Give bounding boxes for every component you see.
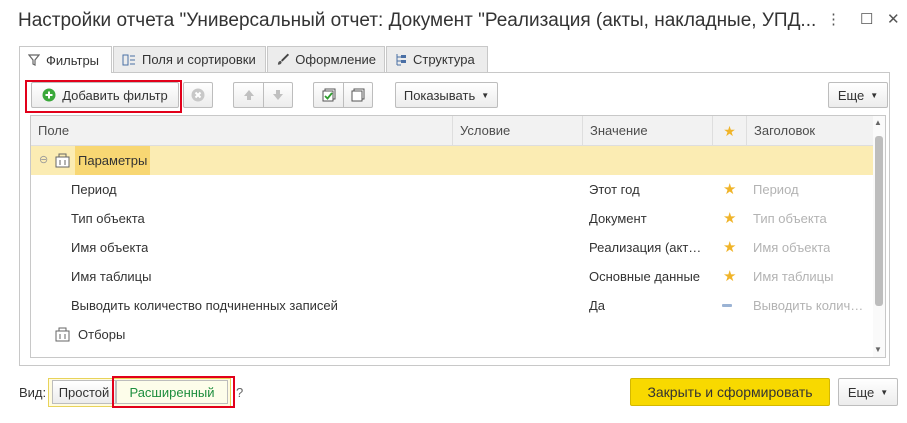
footer-more-label: Еще xyxy=(847,384,875,400)
scrollbar-thumb[interactable] xyxy=(875,136,883,306)
title-cell[interactable]: Имя объекта xyxy=(753,233,830,262)
add-filter-label: Добавить фильтр xyxy=(62,87,168,103)
tab-structure-label: Структура xyxy=(413,52,475,67)
scroll-up-icon[interactable]: ▲ xyxy=(874,118,882,127)
filters-group-icon xyxy=(55,327,70,342)
tab-fields-label: Поля и сортировки xyxy=(142,52,256,67)
filters-group-label: Отборы xyxy=(78,327,126,342)
field-cell: Период xyxy=(71,182,117,197)
maximize-icon[interactable]: ☐ xyxy=(860,10,873,28)
move-up-button[interactable] xyxy=(233,82,263,108)
show-label: Показывать xyxy=(403,87,476,103)
brush-icon xyxy=(277,53,290,65)
collapse-icon[interactable]: ⊖ xyxy=(39,146,48,175)
fields-icon xyxy=(122,54,135,65)
toolbar-more-label: Еще xyxy=(837,87,865,103)
chevron-down-icon: ▼ xyxy=(870,90,879,100)
filter-icon xyxy=(28,54,40,66)
group-label: Параметры xyxy=(75,146,151,175)
simple-view-label: Простой xyxy=(58,384,110,400)
tab-structure[interactable]: Структура xyxy=(386,46,488,72)
table-row-filters[interactable]: Отборы xyxy=(31,320,875,349)
table-row[interactable]: Тип объекта Документ ★ Тип объекта xyxy=(31,204,875,233)
tab-appearance[interactable]: Оформление xyxy=(267,46,385,72)
title-cell[interactable]: Имя таблицы xyxy=(753,262,833,291)
table-row[interactable]: Имя объекта Реализация (акт… ★ Имя объек… xyxy=(31,233,875,262)
column-field[interactable]: Поле xyxy=(31,116,452,146)
tab-filters[interactable]: Фильтры xyxy=(19,46,112,73)
title-cell[interactable]: Тип объекта xyxy=(753,204,827,233)
field-cell: Имя таблицы xyxy=(71,269,152,284)
tab-appearance-label: Оформление xyxy=(295,52,376,67)
table-row-parameters[interactable]: ⊖ Параметры xyxy=(31,146,875,175)
close-icon[interactable]: ✕ xyxy=(887,10,900,28)
table-row[interactable]: Имя таблицы Основные данные ★ Имя таблиц… xyxy=(31,262,875,291)
parameters-icon xyxy=(55,153,70,168)
add-filter-button[interactable]: Добавить фильтр xyxy=(31,82,179,108)
arrow-up-icon xyxy=(243,90,254,100)
table-row[interactable]: Период Этот год ★ Период xyxy=(31,175,875,204)
star-icon[interactable]: ★ xyxy=(723,233,736,262)
value-cell[interactable]: Документ xyxy=(589,204,647,233)
dash-icon[interactable] xyxy=(722,304,732,307)
arrow-down-icon xyxy=(273,90,283,100)
table-row[interactable]: Выводить количество подчиненных записей … xyxy=(31,291,875,320)
more-menu-icon[interactable]: ⋮ xyxy=(826,10,841,28)
structure-icon xyxy=(396,54,406,66)
filters-panel: Добавить фильтр Показывать ▼ Еще ▼ Поле … xyxy=(19,72,890,366)
show-dropdown-button[interactable]: Показывать ▼ xyxy=(395,82,498,108)
chevron-down-icon: ▼ xyxy=(481,90,490,100)
plus-circle-icon xyxy=(42,88,56,102)
field-cell: Тип объекта xyxy=(71,211,145,226)
footer-more-button[interactable]: Еще ▼ xyxy=(838,378,898,406)
vertical-scrollbar[interactable]: ▲ ▼ xyxy=(873,116,885,357)
filters-table: Поле Условие Значение ★ Заголовок ⊖ Пара… xyxy=(30,115,886,358)
value-cell[interactable]: Да xyxy=(589,291,605,320)
toolbar-more-button[interactable]: Еще ▼ xyxy=(828,82,888,108)
column-title[interactable]: Заголовок xyxy=(746,116,875,146)
chevron-down-icon: ▼ xyxy=(880,387,889,397)
check-all-icon xyxy=(322,88,335,102)
window-title: Настройки отчета "Универсальный отчет: Д… xyxy=(18,10,817,31)
column-value[interactable]: Значение xyxy=(582,116,712,146)
title-cell[interactable]: Выводить колич… xyxy=(753,291,863,320)
close-and-generate-button[interactable]: Закрыть и сформировать xyxy=(630,378,830,406)
star-icon[interactable]: ★ xyxy=(723,204,736,233)
uncheck-all-button[interactable] xyxy=(343,82,373,108)
star-icon[interactable]: ★ xyxy=(723,262,736,291)
column-condition[interactable]: Условие xyxy=(452,116,582,146)
advanced-view-label: Расширенный xyxy=(129,384,215,400)
tab-filters-label: Фильтры xyxy=(46,52,100,68)
check-all-button[interactable] xyxy=(313,82,343,108)
delete-button[interactable] xyxy=(183,82,213,108)
close-and-generate-label: Закрыть и сформировать xyxy=(647,384,813,400)
view-label: Вид: xyxy=(19,385,47,400)
move-down-button[interactable] xyxy=(263,82,293,108)
simple-view-button[interactable]: Простой xyxy=(52,380,116,404)
tab-fields-sorting[interactable]: Поля и сортировки xyxy=(113,46,266,72)
value-cell[interactable]: Реализация (акт… xyxy=(589,233,705,262)
field-cell: Имя объекта xyxy=(71,240,149,255)
column-star[interactable]: ★ xyxy=(712,116,746,146)
title-cell[interactable]: Период xyxy=(753,175,799,204)
scroll-down-icon[interactable]: ▼ xyxy=(874,345,882,354)
uncheck-all-icon xyxy=(351,88,365,102)
table-header: Поле Условие Значение ★ Заголовок xyxy=(31,116,875,146)
star-icon[interactable]: ★ xyxy=(723,175,736,204)
help-icon[interactable]: ? xyxy=(236,385,243,400)
field-cell: Выводить количество подчиненных записей xyxy=(71,298,338,313)
value-cell[interactable]: Этот год xyxy=(589,175,640,204)
advanced-view-button[interactable]: Расширенный xyxy=(116,380,228,404)
value-cell[interactable]: Основные данные xyxy=(589,262,700,291)
delete-icon xyxy=(191,88,205,102)
